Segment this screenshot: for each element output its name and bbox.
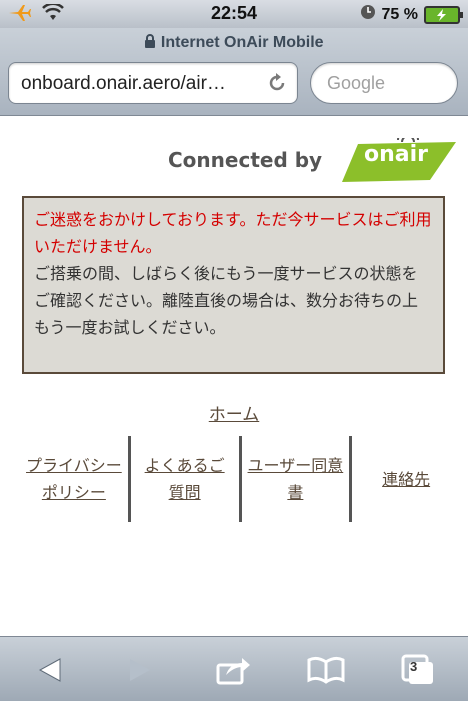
url-field[interactable]: onboard.onair.aero/air… — [8, 62, 298, 104]
reload-icon[interactable] — [267, 72, 287, 99]
tabs-button[interactable]: 3 — [398, 653, 438, 687]
tabs-count: 3 — [410, 659, 418, 674]
onair-logo[interactable]: Connected by onair — [168, 126, 458, 186]
user-agreement-link[interactable]: ユーザー同意書 — [242, 436, 350, 522]
back-button[interactable] — [30, 653, 70, 687]
back-arrow-icon — [38, 657, 62, 683]
battery-charging-icon — [424, 5, 463, 24]
clock-icon — [360, 4, 376, 25]
page-title-text: Internet OnAir Mobile — [160, 34, 324, 51]
battery-percent: 75 % — [381, 5, 418, 23]
error-message: ご迷惑をおかけしております。ただ今サービスはご利用いただけません。 — [34, 210, 432, 256]
brand-word: onair — [363, 142, 428, 167]
share-icon — [216, 655, 252, 685]
service-notice: ご迷惑をおかけしております。ただ今サービスはご利用いただけません。 ご搭乗の間、… — [22, 196, 445, 374]
info-message: ご搭乗の間、しばらく後にもう一度サービスの状態をご確認ください。離陸直後の場合は… — [34, 264, 419, 337]
bottom-toolbar: 3 — [0, 636, 468, 701]
home-link[interactable]: ホーム — [0, 400, 468, 425]
browser-chrome: Internet OnAir Mobile onboard.onair.aero… — [0, 28, 468, 116]
faq-link[interactable]: よくあるご質問 — [131, 436, 239, 522]
book-icon — [307, 656, 345, 684]
status-right: 75 % — [360, 4, 463, 25]
page-content: Connected by onair ご迷惑をおかけしております。ただ今サービス… — [0, 116, 468, 636]
search-field[interactable] — [310, 62, 458, 104]
forward-arrow-icon — [128, 657, 152, 683]
share-button[interactable] — [214, 653, 254, 687]
tabs-icon — [401, 654, 435, 686]
contact-link[interactable]: 連絡先 — [352, 436, 460, 522]
bookmarks-button[interactable] — [306, 653, 346, 687]
url-text[interactable]: onboard.onair.aero/air… — [21, 73, 261, 95]
status-bar: 22:54 75 % — [0, 0, 468, 28]
forward-button[interactable] — [120, 653, 160, 687]
search-input[interactable] — [327, 73, 447, 94]
footer-links: プライバシーポリシー よくあるご質問 ユーザー同意書 連絡先 — [20, 436, 460, 522]
connected-by-text: Connected by — [168, 148, 323, 172]
page-title: Internet OnAir Mobile — [0, 34, 468, 52]
privacy-policy-link[interactable]: プライバシーポリシー — [20, 436, 128, 522]
lock-icon — [144, 34, 160, 51]
